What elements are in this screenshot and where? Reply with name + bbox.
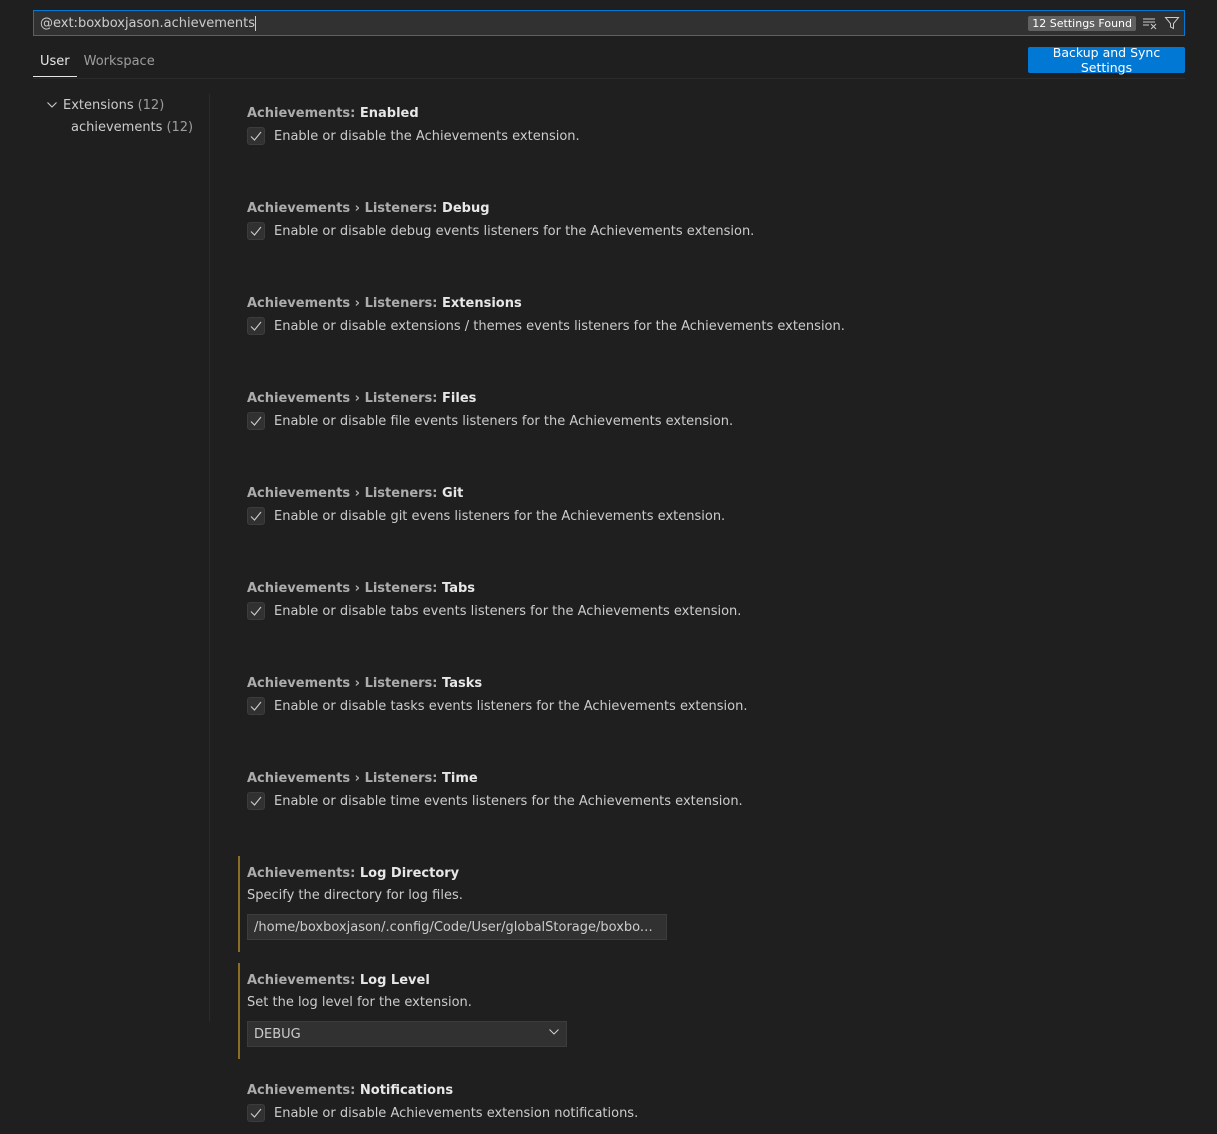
chevron-down-icon bbox=[44, 97, 60, 113]
setting-title: Achievements: Enabled bbox=[247, 106, 419, 121]
toc-item-label: Extensions bbox=[63, 97, 134, 113]
toc-item-extensions[interactable]: Extensions (12) bbox=[33, 94, 209, 116]
search-input[interactable]: @ext:boxboxjason.achievements bbox=[34, 15, 1028, 31]
setting-title: Achievements: Notifications bbox=[247, 1083, 454, 1098]
setting-title: Achievements › Listeners: Extensions bbox=[247, 296, 522, 311]
settings-scope-tabs: User Workspace bbox=[33, 48, 162, 77]
setting-listeners-git: Achievements › Listeners: Git Enable or … bbox=[238, 476, 1178, 537]
setting-description: Enable or disable time events listeners … bbox=[274, 793, 743, 809]
setting-checkbox[interactable] bbox=[247, 507, 265, 525]
setting-description: Specify the directory for log files. bbox=[247, 888, 463, 903]
setting-title: Achievements › Listeners: Tabs bbox=[247, 581, 476, 596]
tab-user[interactable]: User bbox=[33, 48, 77, 77]
setting-checkbox[interactable] bbox=[247, 1104, 265, 1122]
setting-title: Achievements › Listeners: Files bbox=[247, 391, 477, 406]
tab-workspace[interactable]: Workspace bbox=[77, 48, 162, 77]
setting-enabled: Achievements: Enabled Enable or disable … bbox=[238, 96, 1178, 157]
filter-icon[interactable] bbox=[1162, 13, 1182, 33]
toc-item-label: achievements bbox=[71, 119, 163, 135]
setting-description: Enable or disable git evens listeners fo… bbox=[274, 508, 726, 524]
setting-title: Achievements: Log Level bbox=[247, 973, 430, 988]
toc-item-achievements[interactable]: achievements (12) bbox=[33, 116, 209, 138]
setting-checkbox[interactable] bbox=[247, 697, 265, 715]
setting-log-directory: Achievements: Log Directory Specify the … bbox=[238, 856, 1178, 952]
setting-description: Set the log level for the extension. bbox=[247, 995, 472, 1010]
setting-title: Achievements: Log Directory bbox=[247, 866, 460, 881]
setting-description: Enable or disable file events listeners … bbox=[274, 413, 734, 429]
log-level-select[interactable]: DEBUG bbox=[247, 1021, 567, 1047]
settings-search-bar[interactable]: @ext:boxboxjason.achievements 12 Setting… bbox=[33, 10, 1185, 36]
setting-listeners-debug: Achievements › Listeners: Debug Enable o… bbox=[238, 191, 1178, 252]
backup-and-sync-button[interactable]: Backup and Sync Settings bbox=[1028, 45, 1185, 75]
search-input-value: @ext:boxboxjason.achievements bbox=[40, 15, 256, 31]
setting-description: Enable or disable Achievements extension… bbox=[274, 1105, 639, 1121]
setting-description: Enable or disable the Achievements exten… bbox=[274, 128, 580, 144]
setting-listeners-tabs: Achievements › Listeners: Tabs Enable or… bbox=[238, 571, 1178, 632]
header-divider bbox=[33, 78, 1185, 79]
setting-description: Enable or disable debug events listeners… bbox=[274, 223, 755, 239]
setting-title: Achievements › Listeners: Git bbox=[247, 486, 464, 501]
settings-toc: Extensions (12) achievements (12) bbox=[33, 94, 209, 138]
text-caret bbox=[255, 15, 257, 31]
setting-title: Achievements › Listeners: Debug bbox=[247, 201, 490, 216]
setting-description: Enable or disable extensions / themes ev… bbox=[274, 318, 845, 334]
toc-item-count: (12) bbox=[166, 119, 194, 135]
log-level-value: DEBUG bbox=[254, 1026, 301, 1042]
setting-listeners-time: Achievements › Listeners: Time Enable or… bbox=[238, 761, 1178, 822]
chevron-down-icon bbox=[548, 1026, 560, 1042]
log-directory-input[interactable]: /home/boxboxjason/.config/Code/User/glob… bbox=[247, 914, 667, 940]
setting-description: Enable or disable tabs events listeners … bbox=[274, 603, 742, 619]
setting-listeners-tasks: Achievements › Listeners: Tasks Enable o… bbox=[238, 666, 1178, 727]
setting-listeners-extensions: Achievements › Listeners: Extensions Ena… bbox=[238, 286, 1178, 347]
toc-item-count: (12) bbox=[137, 97, 165, 113]
setting-checkbox[interactable] bbox=[247, 222, 265, 240]
log-directory-value: /home/boxboxjason/.config/Code/User/glob… bbox=[254, 919, 660, 935]
settings-count-badge: 12 Settings Found bbox=[1028, 15, 1136, 31]
setting-description: Enable or disable tasks events listeners… bbox=[274, 698, 748, 714]
setting-notifications: Achievements: Notifications Enable or di… bbox=[238, 1073, 1178, 1134]
setting-log-level: Achievements: Log Level Set the log leve… bbox=[238, 963, 1178, 1059]
setting-listeners-files: Achievements › Listeners: Files Enable o… bbox=[238, 381, 1178, 442]
settings-list: Achievements: Enabled Enable or disable … bbox=[238, 96, 1178, 1134]
toc-divider bbox=[209, 94, 210, 1022]
setting-checkbox[interactable] bbox=[247, 127, 265, 145]
setting-checkbox[interactable] bbox=[247, 412, 265, 430]
setting-title: Achievements › Listeners: Time bbox=[247, 771, 478, 786]
setting-title: Achievements › Listeners: Tasks bbox=[247, 676, 483, 691]
setting-checkbox[interactable] bbox=[247, 317, 265, 335]
setting-checkbox[interactable] bbox=[247, 602, 265, 620]
setting-checkbox[interactable] bbox=[247, 792, 265, 810]
clear-filter-icon[interactable] bbox=[1140, 13, 1160, 33]
